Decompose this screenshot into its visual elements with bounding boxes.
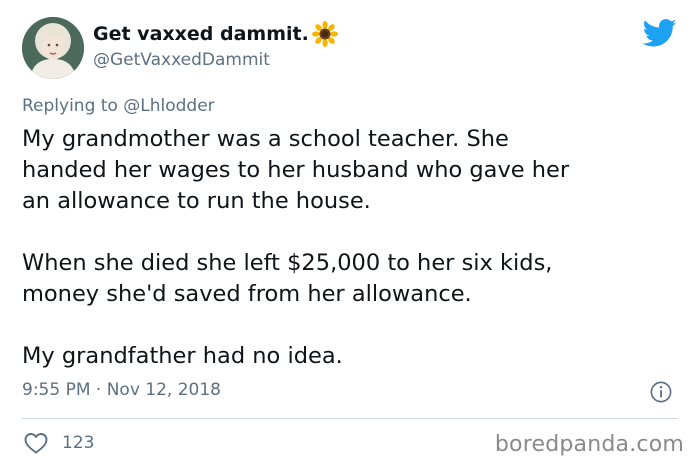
like-action[interactable]: 123 xyxy=(24,430,94,456)
author-display-name[interactable]: Get vaxxed dammit. xyxy=(93,23,309,45)
avatar-portrait-image xyxy=(22,17,84,79)
tweet-line: money she'd saved from her allowance. xyxy=(22,281,472,307)
watermark: boredpanda.com xyxy=(494,432,684,457)
like-count: 123 xyxy=(62,433,95,453)
tweet-line: My grandmother was a school teacher. She xyxy=(22,126,509,152)
tweet-paragraph: When she died she left $25,000 to her si… xyxy=(22,248,682,310)
tweet-timestamp[interactable]: 9:55 PM · Nov 12, 2018 xyxy=(22,380,221,400)
tweet-line: handed her wages to her husband who gave… xyxy=(22,157,570,183)
tweet-paragraph: My grandmother was a school teacher. She… xyxy=(22,124,682,217)
reply-context: Replying to @Lhlodder xyxy=(22,96,215,116)
reply-prefix: Replying to xyxy=(22,96,118,116)
tweet-line: My grandfather had no idea. xyxy=(22,343,343,369)
author-name-row[interactable]: Get vaxxed dammit. xyxy=(93,21,338,47)
tweet-line: When she died she left $25,000 to her si… xyxy=(22,250,553,276)
author-handle[interactable]: @GetVaxxedDammit xyxy=(93,50,270,70)
tweet-paragraph: My grandfather had no idea. xyxy=(22,341,682,372)
reply-mention-link[interactable]: @Lhlodder xyxy=(123,96,214,116)
tweet-card: Get vaxxed dammit. @GetVaxxedDammit Repl… xyxy=(0,0,700,471)
info-icon[interactable] xyxy=(650,381,672,403)
twitter-bird-icon[interactable] xyxy=(643,19,677,47)
author-avatar[interactable] xyxy=(22,17,84,79)
divider xyxy=(22,418,678,419)
heart-icon[interactable] xyxy=(24,432,48,454)
tweet-body: My grandmother was a school teacher. She… xyxy=(22,124,682,403)
sunflower-icon xyxy=(311,21,338,47)
tweet-line: an allowance to run the house. xyxy=(22,188,371,214)
